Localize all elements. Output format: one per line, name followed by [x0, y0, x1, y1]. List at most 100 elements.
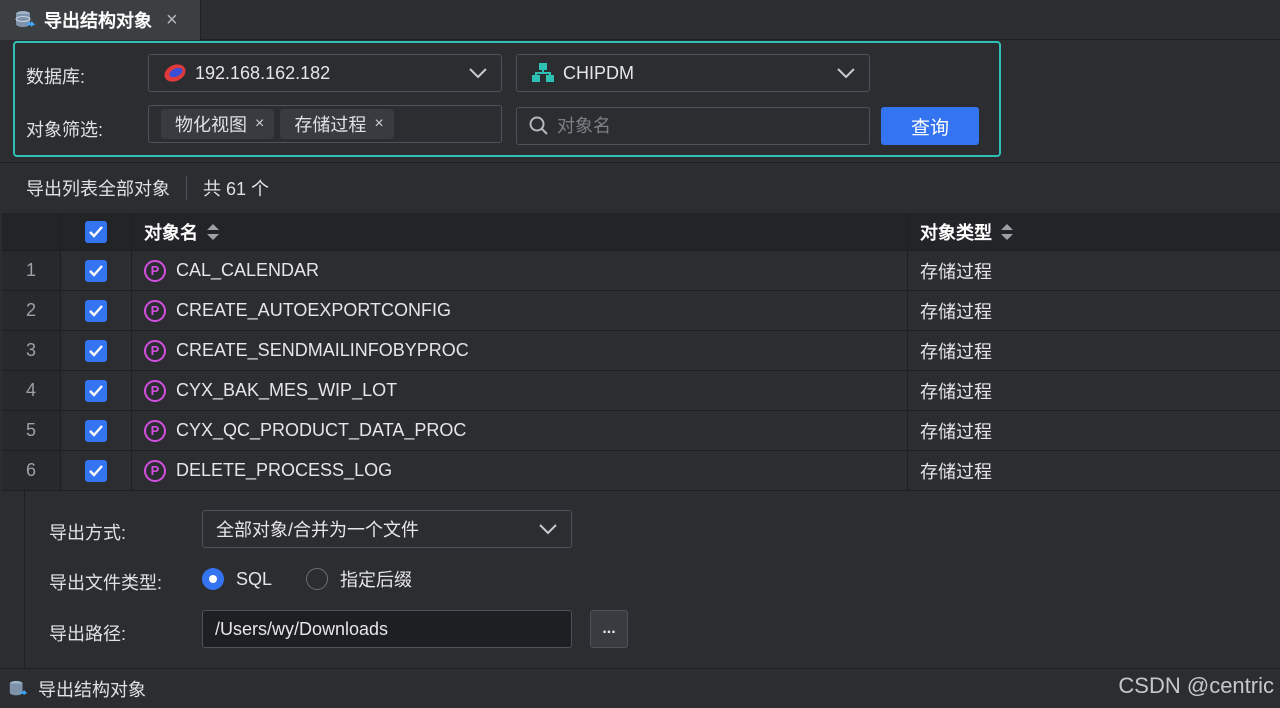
table-row[interactable]: 3 P CREATE_SENDMAILINFOBYPROC 存储过程: [2, 331, 1280, 371]
export-path-input[interactable]: [215, 618, 555, 640]
row-index: 4: [2, 371, 60, 410]
type-cell: 存储过程: [907, 411, 1280, 450]
name-cell: P DELETE_PROCESS_LOG: [131, 451, 907, 490]
object-search: [516, 107, 870, 145]
search-input[interactable]: [557, 115, 857, 137]
row-checkbox[interactable]: [85, 419, 107, 442]
type-cell: 存储过程: [907, 331, 1280, 370]
chevron-down-icon: [539, 524, 557, 535]
name-header[interactable]: 对象名: [131, 213, 907, 250]
export-mode-select[interactable]: 全部对象/合并为一个文件: [202, 510, 572, 548]
object-type-multiselect[interactable]: 物化视图 × 存储过程 ×: [148, 105, 502, 143]
row-checkbox[interactable]: [85, 379, 107, 402]
export-all-label: 导出列表全部对象: [26, 178, 170, 199]
type-cell: 存储过程: [907, 451, 1280, 490]
total-count: 共 61 个: [203, 178, 270, 199]
radio-sql[interactable]: [202, 568, 224, 590]
object-type: 存储过程: [920, 461, 992, 482]
type-cell: 存储过程: [907, 251, 1280, 290]
export-mode-value: 全部对象/合并为一个文件: [216, 520, 419, 540]
row-check-cell: [60, 371, 131, 410]
row-checkbox[interactable]: [85, 299, 107, 322]
database-value: 192.168.162.182: [195, 62, 331, 83]
schema-select[interactable]: CHIPDM: [516, 54, 870, 92]
divider: [186, 175, 187, 200]
object-name: CAL_CALENDAR: [176, 260, 320, 280]
table-row[interactable]: 4 P CYX_BAK_MES_WIP_LOT 存储过程: [2, 371, 1280, 411]
status-text: 导出结构对象: [38, 679, 146, 700]
row-index: 2: [2, 291, 60, 330]
tab-title: 导出结构对象: [44, 11, 152, 31]
procedure-icon: P: [144, 419, 166, 442]
tab-close-icon[interactable]: ×: [166, 9, 178, 32]
objects-table: 对象名 对象类型 1 P CAL_CALENDAR 存储过程 2 P CREATE_…: [2, 213, 1280, 491]
tab-export-structure[interactable]: 导出结构对象 ×: [0, 0, 201, 40]
database-select[interactable]: 192.168.162.182: [148, 54, 502, 92]
check-icon: [89, 304, 103, 317]
table-row[interactable]: 2 P CREATE_AUTOEXPORTCONFIG 存储过程: [2, 291, 1280, 331]
schema-icon: [532, 63, 554, 82]
radio-custom-suffix[interactable]: [306, 568, 329, 590]
object-type: 存储过程: [920, 261, 992, 282]
name-cell: P CREATE_SENDMAILINFOBYPROC: [131, 331, 907, 370]
type-header-label: 对象类型: [920, 222, 992, 243]
chevron-down-icon: [837, 68, 855, 79]
radio-sql-label: SQL: [236, 568, 273, 589]
row-check-cell: [60, 291, 131, 330]
db-connection-icon: [164, 64, 186, 82]
check-icon: [89, 344, 103, 357]
row-checkbox[interactable]: [85, 259, 107, 282]
row-checkbox[interactable]: [85, 459, 107, 482]
procedure-icon: P: [144, 459, 166, 482]
name-cell: P CYX_BAK_MES_WIP_LOT: [131, 371, 907, 410]
query-button[interactable]: 查询: [881, 107, 979, 145]
row-check-cell: [60, 251, 131, 290]
procedure-icon: P: [144, 379, 166, 402]
type-cell: 存储过程: [907, 371, 1280, 410]
search-icon: [529, 116, 548, 135]
check-icon: [89, 264, 103, 277]
table-row[interactable]: 1 P CAL_CALENDAR 存储过程: [2, 251, 1280, 291]
chip-remove-icon[interactable]: ×: [255, 115, 264, 133]
sort-icon[interactable]: [1000, 223, 1014, 241]
object-name: DELETE_PROCESS_LOG: [176, 460, 393, 480]
row-check-cell: [60, 451, 131, 490]
file-type-radio-group: SQL 指定后缀: [202, 566, 446, 592]
object-name: CYX_BAK_MES_WIP_LOT: [176, 380, 398, 400]
filter-panel: 数据库: 192.168.162.182 CHIPDM 对象筛选: 物化视图 ×…: [13, 41, 1001, 157]
select-all-checkbox[interactable]: [85, 220, 107, 243]
filter-chip: 物化视图 ×: [161, 109, 275, 139]
table-row[interactable]: 6 P DELETE_PROCESS_LOG 存储过程: [2, 451, 1280, 491]
type-header[interactable]: 对象类型: [907, 213, 1280, 250]
object-type: 存储过程: [920, 381, 992, 402]
object-type: 存储过程: [920, 301, 992, 322]
row-checkbox[interactable]: [85, 339, 107, 362]
procedure-icon: P: [144, 259, 166, 282]
chip-label: 物化视图: [175, 115, 247, 135]
object-name: CREATE_AUTOEXPORTCONFIG: [176, 300, 452, 320]
name-header-label: 对象名: [144, 222, 198, 243]
chip-remove-icon[interactable]: ×: [374, 115, 383, 133]
name-cell: P CAL_CALENDAR: [131, 251, 907, 290]
watermark: CSDN @centric: [1118, 673, 1274, 698]
browse-button[interactable]: ...: [590, 610, 628, 648]
table-row[interactable]: 5 P CYX_QC_PRODUCT_DATA_PROC 存储过程: [2, 411, 1280, 451]
procedure-icon: P: [144, 299, 166, 322]
object-filter-label: 对象筛选:: [26, 120, 104, 140]
radio-custom-suffix-label: 指定后缀: [340, 570, 413, 590]
export-options: 导出方式: 全部对象/合并为一个文件 导出文件类型: SQL 指定后缀 导出路径…: [24, 491, 1280, 667]
select-all-cell: [60, 213, 131, 250]
sort-icon[interactable]: [206, 223, 220, 241]
object-type: 存储过程: [920, 341, 992, 362]
type-cell: 存储过程: [907, 291, 1280, 330]
name-cell: P CYX_QC_PRODUCT_DATA_PROC: [131, 411, 907, 450]
export-path-label: 导出路径:: [49, 624, 127, 644]
row-index: 6: [2, 451, 60, 490]
status-bar: 导出结构对象: [0, 668, 1280, 708]
chip-label: 存储过程: [294, 115, 367, 135]
database-label: 数据库:: [26, 67, 86, 87]
summary-bar: 导出列表全部对象 共 61 个: [0, 162, 1280, 212]
check-icon: [89, 225, 103, 238]
row-check-cell: [60, 331, 131, 370]
export-path-field: [202, 610, 572, 648]
